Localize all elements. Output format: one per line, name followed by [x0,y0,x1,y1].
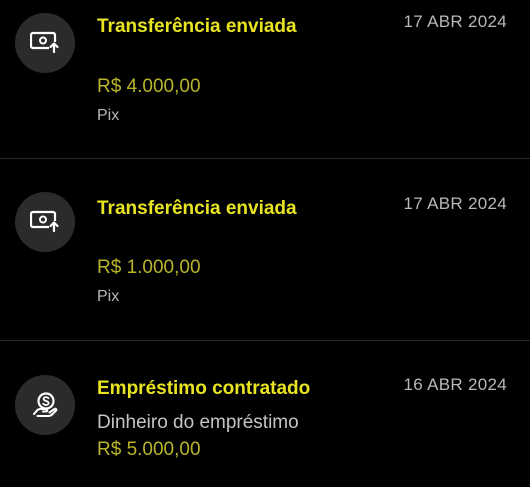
transaction-amount: R$ 4.000,00 [97,76,201,97]
transaction-method: Pix [97,107,120,124]
transaction-amount: R$ 5.000,00 [97,439,201,460]
money-transfer-out-icon [15,13,75,73]
transaction-date: 17 ABR 2024 [403,12,507,31]
transaction-title: Transferência enviada [97,198,297,219]
transaction-item-transfer-1[interactable]: Transferência enviada 17 ABR 2024 R$ 4.0… [0,0,530,158]
transaction-item-transfer-2[interactable]: Transferência enviada 17 ABR 2024 R$ 1.0… [0,159,530,340]
transaction-title: Transferência enviada [97,16,297,37]
money-transfer-out-icon [15,192,75,252]
transaction-description: Dinheiro do empréstimo [97,412,299,433]
transaction-item-loan[interactable]: Empréstimo contratado 16 ABR 2024 Dinhei… [0,341,530,487]
transaction-amount: R$ 1.000,00 [97,257,201,278]
transaction-method: Pix [97,288,120,305]
transaction-title: Empréstimo contratado [97,378,311,399]
transaction-date: 17 ABR 2024 [403,194,507,213]
transaction-date: 16 ABR 2024 [403,375,507,394]
loan-hand-coin-icon [15,375,75,435]
